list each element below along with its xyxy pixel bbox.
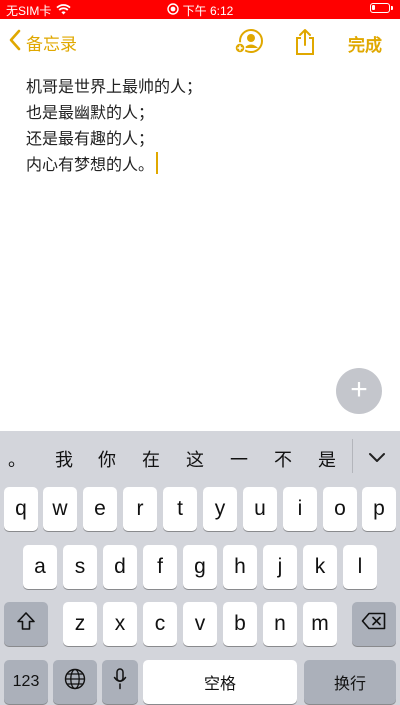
chevron-down-icon[interactable] [368, 449, 386, 468]
share-button[interactable] [294, 28, 316, 60]
share-icon [294, 29, 316, 60]
candidate-bar: 。 我 你 在 这 一 不 是 [0, 431, 400, 481]
key-h[interactable]: h [223, 545, 257, 589]
share-with-people-button[interactable] [234, 29, 264, 59]
key-e[interactable]: e [83, 487, 117, 531]
key-d[interactable]: d [103, 545, 137, 589]
candidate-item[interactable]: 这 [186, 446, 204, 472]
numbers-key[interactable]: 123 [4, 660, 48, 704]
return-key[interactable]: 换行 [304, 660, 396, 704]
key-g[interactable]: g [183, 545, 217, 589]
back-button[interactable]: 备忘录 [8, 29, 77, 56]
battery-fill [372, 5, 375, 10]
candidate-item[interactable]: 不 [274, 446, 292, 472]
clock: 下午 6:12 [182, 4, 234, 18]
candidate-item[interactable]: 你 [98, 446, 116, 472]
globe-key[interactable] [53, 660, 97, 704]
candidate-item[interactable]: 我 [55, 446, 73, 472]
key-l[interactable]: l [343, 545, 377, 589]
key-z[interactable]: z [63, 602, 97, 646]
space-key[interactable]: 空格 [143, 660, 297, 704]
battery-icon [370, 3, 393, 13]
key-r[interactable]: r [123, 487, 157, 531]
key-b[interactable]: b [223, 602, 257, 646]
add-button[interactable]: + [336, 368, 382, 414]
candidate-item[interactable]: 在 [142, 446, 160, 472]
backspace-icon [361, 612, 387, 636]
note-line: 也是最幽默的人； [26, 103, 155, 122]
key-t[interactable]: t [163, 487, 197, 531]
nav-bar: 备忘录 完成 [0, 19, 400, 67]
delete-key[interactable] [352, 602, 396, 646]
key-o[interactable]: o [323, 487, 357, 531]
keyboard: 。 我 你 在 这 一 不 是 q w e r t y u i o p a s … [0, 431, 400, 705]
key-s[interactable]: s [63, 545, 97, 589]
shift-icon [16, 611, 36, 637]
key-k[interactable]: k [303, 545, 337, 589]
candidate-divider [352, 439, 353, 473]
recording-icon [166, 3, 179, 18]
candidate-item[interactable]: 是 [318, 446, 336, 472]
key-u[interactable]: u [243, 487, 277, 531]
done-button[interactable]: 完成 [348, 31, 382, 56]
chevron-left-icon [8, 29, 22, 56]
note-body[interactable]: 机哥是世界上最帅的人； 也是最幽默的人； 还是最有趣的人； 内心有梦想的人。 [26, 74, 202, 178]
dictation-key[interactable] [102, 660, 138, 704]
key-i[interactable]: i [283, 487, 317, 531]
text-caret [156, 152, 159, 174]
key-j[interactable]: j [263, 545, 297, 589]
key-y[interactable]: y [203, 487, 237, 531]
note-line: 内心有梦想的人。 [26, 155, 155, 174]
key-f[interactable]: f [143, 545, 177, 589]
add-person-icon [234, 29, 264, 59]
key-n[interactable]: n [263, 602, 297, 646]
key-c[interactable]: c [143, 602, 177, 646]
key-q[interactable]: q [4, 487, 38, 531]
key-x[interactable]: x [103, 602, 137, 646]
microphone-icon [113, 668, 127, 696]
candidate-item[interactable]: 。 [8, 446, 26, 472]
note-line: 机哥是世界上最帅的人； [26, 77, 203, 96]
shift-key[interactable] [4, 602, 48, 646]
status-bar: 无SIM卡 下午 6:12 [0, 0, 400, 19]
key-v[interactable]: v [183, 602, 217, 646]
key-w[interactable]: w [43, 487, 77, 531]
key-m[interactable]: m [303, 602, 337, 646]
key-p[interactable]: p [362, 487, 396, 531]
candidate-item[interactable]: 一 [230, 446, 248, 472]
back-label: 备忘录 [26, 35, 77, 55]
note-line: 还是最有趣的人； [26, 129, 155, 148]
globe-icon [64, 668, 86, 696]
key-a[interactable]: a [23, 545, 57, 589]
